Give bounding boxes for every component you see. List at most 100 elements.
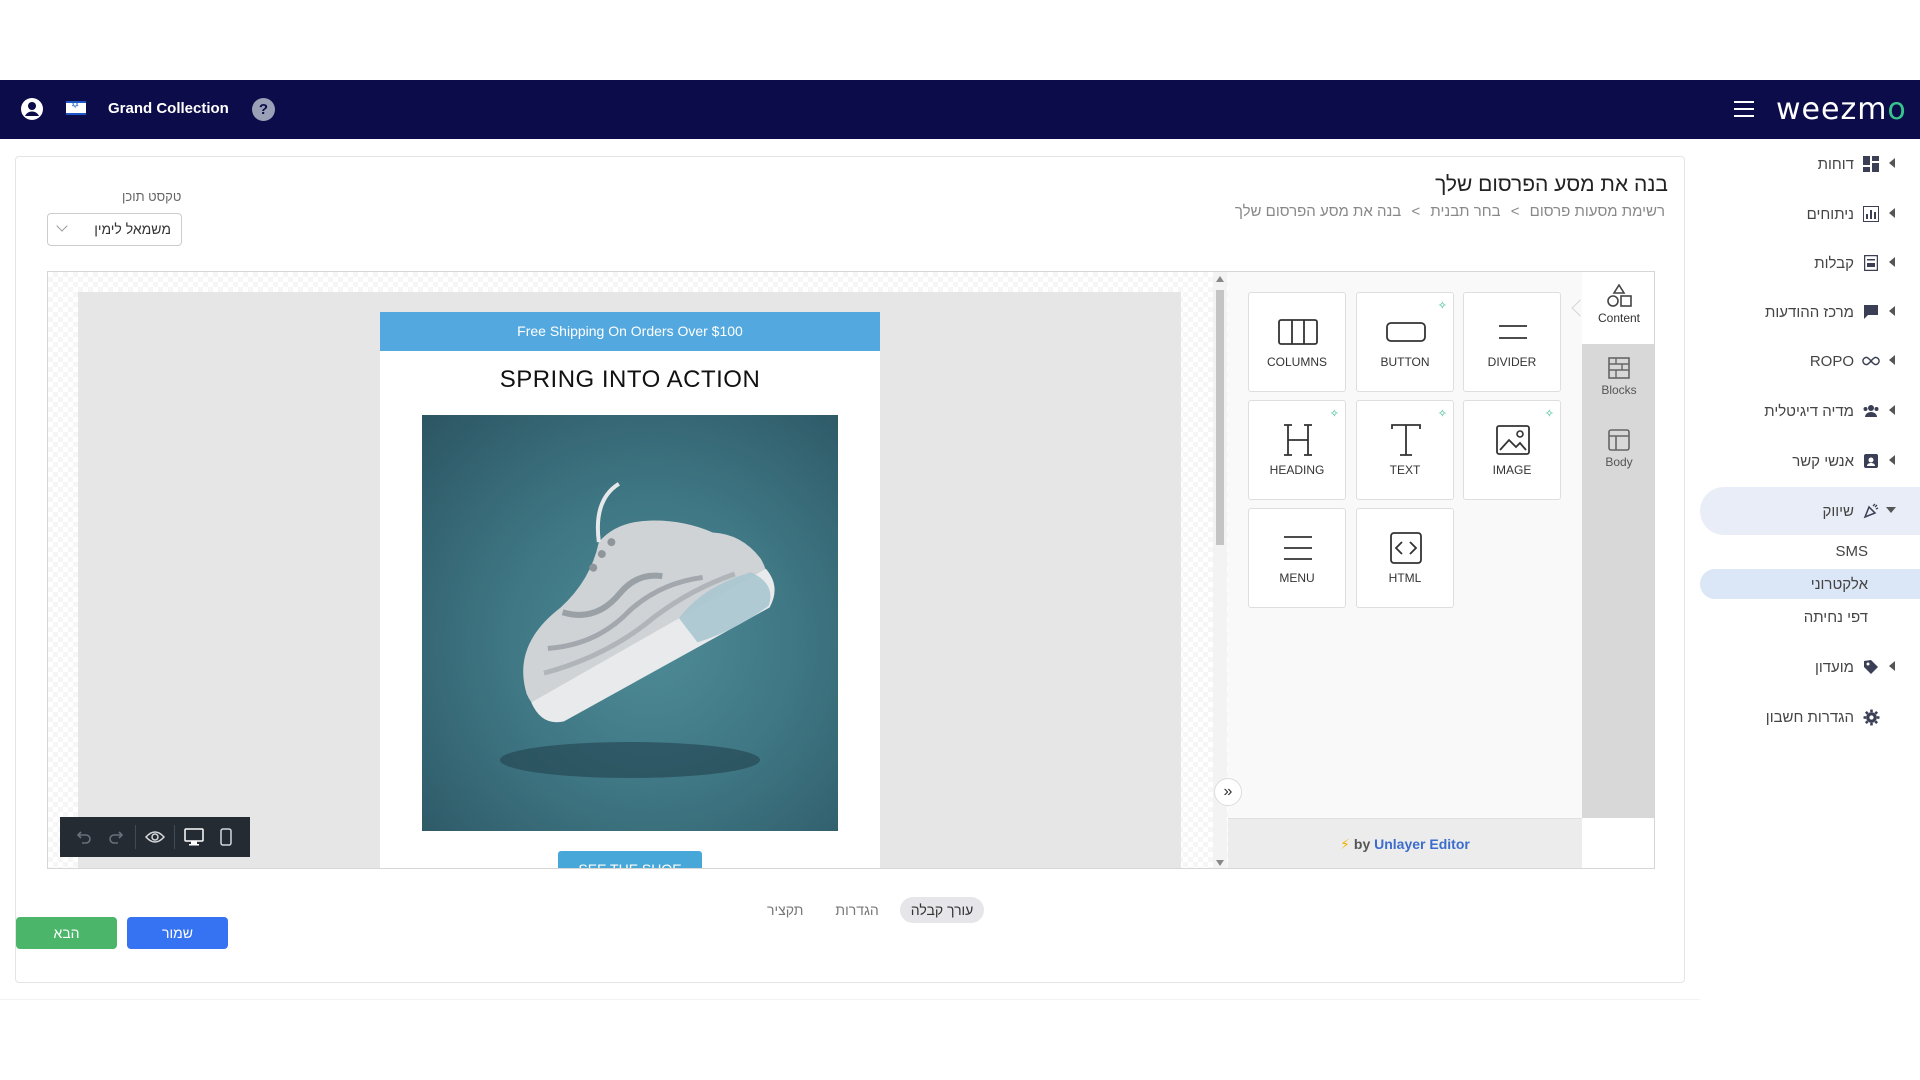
help-icon[interactable]: ?	[252, 98, 275, 121]
tool-label: DIVIDER	[1487, 355, 1537, 369]
toolbar-divider	[174, 825, 175, 849]
text-direction-label: טקסט תוכן	[122, 189, 182, 204]
sidebar-subitem-sms[interactable]: SMS	[1700, 536, 1920, 566]
dashboard-icon	[1862, 155, 1880, 173]
tool-label: BUTTON	[1380, 355, 1430, 369]
desktop-view-button[interactable]	[178, 817, 210, 857]
eye-icon	[145, 831, 165, 843]
email-heading[interactable]: SPRING INTO ACTION	[380, 366, 880, 394]
top-navbar: Grand Collection ? weezmo	[0, 80, 1920, 139]
tool-menu[interactable]: MENU	[1248, 508, 1346, 608]
tab-label: Content	[1597, 311, 1641, 325]
sidebar-subitem-email[interactable]: אלקטרוני	[1700, 569, 1920, 599]
scroll-up-arrow[interactable]	[1216, 276, 1224, 282]
collapse-panel-button[interactable]: »	[1214, 778, 1242, 806]
undo-button[interactable]	[68, 817, 100, 857]
tab-content[interactable]: Content	[1582, 272, 1654, 344]
text-direction-select[interactable]: משמאל לימין	[47, 213, 182, 246]
contacts-icon	[1862, 452, 1880, 470]
tool-label: TEXT	[1389, 463, 1421, 477]
tool-text[interactable]: ✧ TEXT	[1356, 400, 1454, 500]
hero-image[interactable]	[422, 415, 838, 831]
sidebar-item-receipts[interactable]: קבלות	[1700, 241, 1920, 285]
tool-label: MENU	[1279, 571, 1315, 585]
tool-heading[interactable]: ✧ HEADING	[1248, 400, 1346, 500]
unlayer-credit[interactable]: ⚡ by Unlayer Editor	[1228, 818, 1582, 868]
tool-label: IMAGE	[1492, 463, 1532, 477]
tab-receipt-editor[interactable]: עורך קבלה	[899, 897, 985, 923]
chevron-right-icon	[1889, 405, 1895, 415]
sidebar-item-messages[interactable]: מרכז ההודעות	[1700, 290, 1920, 334]
tab-summary[interactable]: תקציר	[756, 897, 814, 923]
tool-html[interactable]: HTML	[1356, 508, 1454, 608]
layout-icon	[1608, 429, 1630, 451]
see-the-shoe-button[interactable]: SEE THE SHOE	[558, 851, 702, 868]
tool-button[interactable]: ✧ BUTTON	[1356, 292, 1454, 392]
sidebar-item-label: מדיה דיגיטלית	[1764, 402, 1854, 420]
editor-canvas: Free Shipping On Orders Over $100 SPRING…	[48, 272, 1228, 868]
breadcrumb-campaign-list[interactable]: רשימת מסעות פרסום	[1530, 203, 1665, 220]
sidebar-item-ropo[interactable]: ROPO	[1700, 339, 1920, 383]
redo-button[interactable]	[100, 817, 132, 857]
user-icon[interactable]	[20, 97, 44, 121]
sidebar-item-digital-media[interactable]: מדיה דיגיטלית	[1700, 389, 1920, 433]
mobile-view-button[interactable]	[210, 817, 242, 857]
sidebar: דוחות ניתוחים קבלות מרכז ההודעות ROPO מד…	[1700, 139, 1920, 999]
receipt-icon	[1862, 254, 1880, 272]
tab-label: Blocks	[1601, 383, 1637, 397]
email-body-background[interactable]: Free Shipping On Orders Over $100 SPRING…	[78, 292, 1181, 868]
ai-sparkle-icon: ✧	[1437, 300, 1447, 312]
sidebar-item-marketing[interactable]: שיווק	[1700, 487, 1920, 535]
image-icon	[1496, 425, 1530, 455]
sidebar-subitem-landing-pages[interactable]: דפי נחיתה	[1700, 602, 1920, 632]
tool-label: HEADING	[1269, 463, 1325, 477]
button-icon	[1386, 322, 1426, 342]
hamburger-icon[interactable]	[1734, 101, 1754, 117]
company-name[interactable]: Grand Collection	[108, 100, 229, 117]
app-root: Grand Collection ? weezmo דוחות ניתוחים …	[0, 0, 1920, 1080]
sidebar-item-reports[interactable]: דוחות	[1700, 142, 1920, 186]
redo-icon	[109, 831, 124, 844]
chevron-right-icon	[1889, 208, 1895, 218]
chevron-right-icon	[1889, 257, 1895, 267]
tab-blocks[interactable]: Blocks	[1582, 344, 1654, 416]
toolbar-divider	[135, 825, 136, 849]
sidebar-item-contacts[interactable]: אנשי קשר	[1700, 439, 1920, 483]
sidebar-item-label: אנשי קשר	[1792, 452, 1854, 470]
infinity-icon	[1862, 352, 1880, 370]
credit-brand[interactable]: Unlayer Editor	[1374, 836, 1470, 852]
logo-text: weezm	[1776, 92, 1888, 127]
columns-icon	[1278, 319, 1318, 345]
text-icon	[1391, 424, 1421, 456]
sidebar-item-account-settings[interactable]: הגדרות חשבון	[1700, 695, 1920, 739]
next-button[interactable]: הבא	[16, 917, 117, 949]
israel-flag-icon[interactable]	[66, 100, 86, 115]
gear-icon	[1862, 708, 1880, 726]
sidebar-item-label: קבלות	[1814, 254, 1854, 272]
chevron-down-icon	[1886, 507, 1896, 513]
tool-label: COLUMNS	[1266, 355, 1327, 369]
tools-tab-rail: Content Blocks Body	[1582, 272, 1654, 818]
sidebar-item-club[interactable]: מועדון	[1700, 645, 1920, 689]
email-preview[interactable]: Free Shipping On Orders Over $100 SPRING…	[380, 312, 880, 868]
subitem-label: דפי נחיתה	[1803, 608, 1868, 626]
shipping-banner[interactable]: Free Shipping On Orders Over $100	[380, 312, 880, 351]
tab-body[interactable]: Body	[1582, 416, 1654, 488]
save-button[interactable]: שמור	[127, 917, 228, 949]
breadcrumb-choose-template[interactable]: בחר תבנית	[1430, 203, 1500, 220]
main-content: בנה את מסע הפרסום שלך רשימת מסעות פרסום …	[15, 156, 1685, 983]
scroll-down-arrow[interactable]	[1216, 860, 1224, 866]
tab-settings[interactable]: הגדרות	[824, 897, 889, 923]
tool-image[interactable]: ✧ IMAGE	[1463, 400, 1561, 500]
heading-icon	[1284, 424, 1312, 456]
chevron-right-icon	[1889, 455, 1895, 465]
tools-panel: COLUMNS ✧ BUTTON DIVIDER ✧ HEADING ✧ TEX…	[1228, 272, 1582, 868]
ai-sparkle-icon: ✧	[1544, 408, 1554, 420]
preview-button[interactable]	[139, 817, 171, 857]
tab-label: Body	[1605, 455, 1633, 469]
html-icon	[1390, 532, 1422, 564]
tool-columns[interactable]: COLUMNS	[1248, 292, 1346, 392]
tool-divider[interactable]: DIVIDER	[1463, 292, 1561, 392]
scrollbar-thumb[interactable]	[1216, 290, 1224, 545]
sidebar-item-analytics[interactable]: ניתוחים	[1700, 192, 1920, 236]
